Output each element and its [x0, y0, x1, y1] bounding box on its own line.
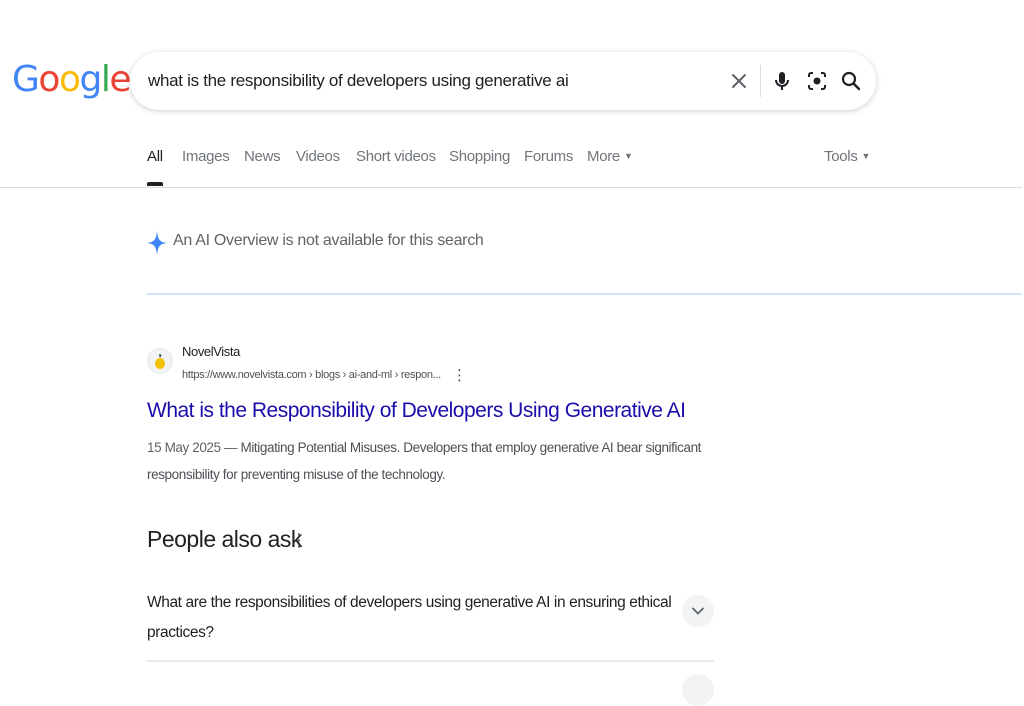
- tab-videos[interactable]: Videos: [296, 148, 340, 165]
- lens-icon[interactable]: [805, 69, 829, 93]
- logo-letter: g: [79, 59, 102, 100]
- active-tab-indicator: [147, 182, 163, 186]
- tabs-divider: [0, 187, 1022, 188]
- tab-forums[interactable]: Forums: [524, 148, 573, 165]
- logo-letter: l: [100, 59, 111, 100]
- logo-letter: o: [38, 59, 60, 100]
- paa-question[interactable]: What are the responsibilities of develop…: [147, 588, 677, 648]
- search-icon[interactable]: [839, 69, 863, 93]
- search-divider: [760, 65, 761, 97]
- more-options-icon[interactable]: ⋮: [452, 366, 467, 384]
- paa-options-icon[interactable]: ⋮: [290, 530, 308, 551]
- tab-all[interactable]: All: [147, 148, 163, 165]
- tab-more[interactable]: More ▼: [587, 148, 633, 165]
- site-favicon[interactable]: [147, 348, 173, 374]
- result-snippet: 15 May 2025 — Mitigating Potential Misus…: [147, 434, 707, 488]
- tab-images[interactable]: Images: [182, 148, 230, 165]
- logo-letter: o: [58, 59, 81, 100]
- close-icon[interactable]: [727, 69, 751, 93]
- result-date: 15 May 2025 —: [147, 440, 241, 455]
- search-input[interactable]: what is the responsibility of developers…: [148, 52, 569, 110]
- logo-letter: G: [12, 59, 40, 100]
- site-url[interactable]: https://www.novelvista.com › blogs › ai-…: [182, 369, 441, 381]
- tab-short-videos[interactable]: Short videos: [356, 148, 436, 165]
- tools-button[interactable]: Tools ▼: [824, 148, 870, 165]
- sparkle-icon: [147, 231, 167, 255]
- google-logo[interactable]: Google: [12, 58, 131, 102]
- microphone-icon[interactable]: [770, 69, 794, 93]
- tab-news[interactable]: News: [244, 148, 281, 165]
- caret-down-icon: ▼: [861, 151, 871, 161]
- ai-overview-divider: [147, 293, 1022, 295]
- logo-letter: e: [109, 59, 131, 100]
- chevron-down-glyph: [692, 607, 704, 615]
- paa-divider: [147, 660, 714, 662]
- tools-label: Tools: [824, 148, 858, 165]
- caret-down-icon: ▼: [623, 151, 633, 161]
- tab-more-label: More: [587, 148, 620, 165]
- novelvista-logo-icon: [155, 354, 165, 369]
- ai-overview-text: An AI Overview is not available for this…: [173, 232, 484, 249]
- search-box[interactable]: what is the responsibility of developers…: [130, 52, 876, 110]
- people-also-ask-title: People also ask: [147, 526, 302, 552]
- site-name[interactable]: NovelVista: [182, 344, 240, 359]
- chevron-down-icon[interactable]: [682, 595, 714, 627]
- tab-shopping[interactable]: Shopping: [449, 148, 510, 165]
- chevron-down-icon[interactable]: [682, 674, 714, 706]
- result-title-link[interactable]: What is the Responsibility of Developers…: [147, 399, 686, 423]
